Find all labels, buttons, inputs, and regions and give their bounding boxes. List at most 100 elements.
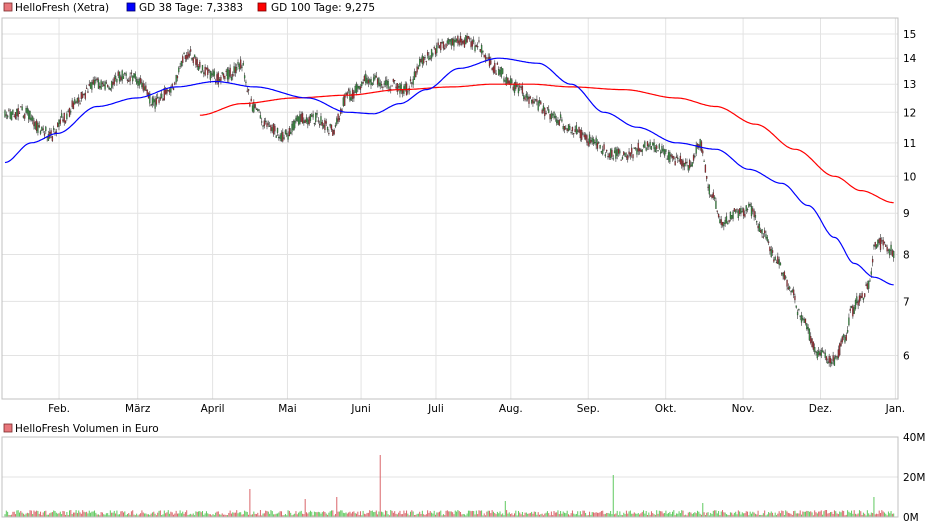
candle-up xyxy=(432,53,434,56)
candle-down xyxy=(396,83,398,92)
candle-up xyxy=(729,211,732,219)
candle-up xyxy=(104,81,106,90)
candle-down xyxy=(738,208,741,215)
volume-bar-down xyxy=(324,511,326,517)
volume-bar-up xyxy=(54,511,56,517)
candle-down xyxy=(146,89,148,95)
candle-up xyxy=(378,77,380,86)
volume-bar-down xyxy=(744,513,746,517)
volume-bar-up xyxy=(635,513,637,517)
volume-bar-up xyxy=(17,510,19,517)
volume-bar-up xyxy=(794,510,796,517)
candle-up xyxy=(877,239,879,247)
volume-bar-down xyxy=(799,510,801,517)
candle-up xyxy=(480,44,483,54)
volume-bar-up xyxy=(521,511,523,517)
candle-down xyxy=(546,107,549,109)
volume-bar-down xyxy=(723,512,725,517)
legend-volume-swatch xyxy=(3,423,13,433)
volume-bar-up xyxy=(431,512,433,517)
volume-bar-up xyxy=(28,513,30,517)
volume-bar-up xyxy=(345,512,347,517)
candle-down xyxy=(874,242,876,247)
candle-down xyxy=(382,86,384,88)
volume-bar-down xyxy=(165,513,167,517)
volume-bar-up xyxy=(644,513,646,517)
candle-down xyxy=(395,86,397,89)
candle-down xyxy=(488,56,491,67)
volume-bar-up xyxy=(702,503,704,517)
candle-down xyxy=(409,79,412,82)
candle-down xyxy=(463,39,466,48)
volume-bar-up xyxy=(616,510,618,517)
volume-bar-down xyxy=(470,511,472,517)
candle-up xyxy=(91,81,93,90)
volume-bar-down xyxy=(288,510,290,517)
candle-up xyxy=(419,59,421,67)
candle-down xyxy=(571,127,574,131)
candle-down xyxy=(828,356,830,363)
candle-up xyxy=(253,102,255,113)
candle-up xyxy=(334,125,337,127)
volume-bar-up xyxy=(712,510,714,517)
volume-bar-up xyxy=(535,511,537,517)
candle-up xyxy=(387,81,389,89)
price-x-tick-label: April xyxy=(201,403,225,415)
candle-down xyxy=(794,295,796,301)
volume-bar-down xyxy=(782,511,784,517)
volume-bar-down xyxy=(660,511,662,517)
candle-up xyxy=(76,98,79,103)
candle-down xyxy=(126,79,129,81)
candle-up xyxy=(833,357,836,366)
volume-bar-down xyxy=(872,513,874,517)
candle-down xyxy=(681,159,683,166)
candle-down xyxy=(675,156,678,158)
volume-bar-down xyxy=(820,510,822,517)
candle-down xyxy=(483,54,485,58)
candle-down xyxy=(82,93,84,98)
candle-up xyxy=(533,101,535,103)
candle-up xyxy=(365,73,367,83)
volume-bar-up xyxy=(562,511,564,517)
candle-down xyxy=(623,151,625,155)
volume-bar-down xyxy=(615,513,617,517)
candle-down xyxy=(416,66,418,73)
candle-up xyxy=(10,111,13,121)
candle-up xyxy=(197,66,200,71)
candle-down xyxy=(444,48,446,50)
volume-bar-down xyxy=(352,511,354,517)
candle-up xyxy=(412,78,414,85)
candle-up xyxy=(372,77,375,82)
volume-bar-up xyxy=(107,513,109,517)
volume-bar-down xyxy=(802,511,804,517)
candle-up xyxy=(441,42,443,44)
volume-bar-down xyxy=(448,511,450,517)
volume-bar-up xyxy=(883,512,885,517)
candle-up xyxy=(34,122,36,129)
candle-up xyxy=(136,78,138,84)
volume-bar-up xyxy=(374,511,376,517)
volume-bar-up xyxy=(410,511,412,517)
candle-up xyxy=(292,121,294,130)
candle-up xyxy=(218,78,221,82)
candle-up xyxy=(653,142,655,149)
candle-down xyxy=(704,164,707,173)
candle-down xyxy=(549,113,551,120)
candle-down xyxy=(62,119,64,122)
candle-up xyxy=(641,149,643,152)
candle-down xyxy=(858,295,861,303)
price-y-tick-label: 10 xyxy=(903,171,916,183)
candle-down xyxy=(159,97,162,100)
candle-up xyxy=(686,161,688,163)
candle-up xyxy=(45,126,47,132)
candle-up xyxy=(677,157,679,160)
volume-bar-up xyxy=(750,513,752,517)
candle-up xyxy=(465,35,467,45)
volume-bar-down xyxy=(72,512,74,517)
volume-bar-down xyxy=(828,512,830,517)
candle-down xyxy=(24,114,26,119)
volume-bar-up xyxy=(557,510,559,517)
candle-up xyxy=(21,106,23,111)
candle-down xyxy=(541,109,543,114)
price-panel-frame xyxy=(1,17,899,400)
